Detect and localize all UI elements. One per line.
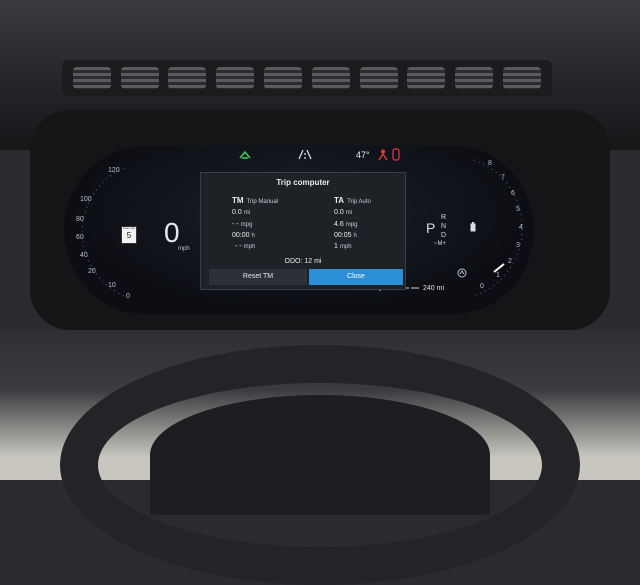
speed-tick-label: 20 xyxy=(88,268,96,275)
tm-speed: - - mph xyxy=(235,243,255,250)
odometer-value: 12 mi xyxy=(304,258,322,265)
ta-time-unit: h xyxy=(353,233,357,239)
trip-manual-header: TM Trip Manual xyxy=(232,196,278,205)
tm-consumption-value: - - xyxy=(232,221,239,228)
ta-time-value: 00:05 xyxy=(334,232,352,239)
gear-r: R xyxy=(441,214,447,221)
ta-consumption-value: 4.6 xyxy=(334,221,344,228)
close-button[interactable]: Close xyxy=(309,269,403,285)
tm-time-value: 00:00 xyxy=(232,232,250,239)
gear-p: P xyxy=(426,220,436,236)
trip-manual-name: Trip Manual xyxy=(246,199,279,205)
speed-readout: 0 xyxy=(164,217,180,248)
battery-icon xyxy=(470,222,476,232)
vent-slot xyxy=(120,67,159,89)
tm-consumption: - - mpg xyxy=(232,221,252,228)
speed-tick-label: 40 xyxy=(80,252,88,259)
speed-limit-sign: SPEED LIMIT 5 xyxy=(121,226,137,244)
range-readout: 240 mi xyxy=(423,285,445,292)
tm-time: 00:00 h xyxy=(232,232,255,239)
ta-speed-value: 1 xyxy=(334,243,338,250)
rpm-tick-label: 5 xyxy=(516,206,520,213)
rpm-tick-label: 8 xyxy=(488,160,492,167)
road-warning-icon xyxy=(298,149,312,160)
vent-slot xyxy=(264,67,303,89)
reset-tm-button[interactable]: Reset TM xyxy=(209,269,307,285)
speed-tick-label: 60 xyxy=(76,234,84,241)
gear-n: N xyxy=(441,223,447,230)
tm-speed-value: - - xyxy=(235,243,242,250)
speed-limit-sign-value: 5 xyxy=(126,231,132,240)
ta-consumption: 4.6 mpg xyxy=(334,221,357,228)
tm-speed-unit: mph xyxy=(243,244,256,250)
rpm-tick-label: 0 xyxy=(480,283,484,290)
ta-distance: 0.0 mi xyxy=(334,209,352,216)
rpm-tick-label: 7 xyxy=(501,174,505,181)
trip-auto-header: TA Trip Auto xyxy=(334,196,371,205)
rpm-tick-label: 4 xyxy=(519,224,523,231)
tm-distance-unit: mi xyxy=(243,210,251,216)
trip-computer-dialog: Trip computer TM Trip Manual TA Trip Auto … xyxy=(200,172,406,290)
vent-slot xyxy=(359,67,398,89)
ta-distance-value: 0.0 xyxy=(334,209,344,216)
speed-tick-label: 10 xyxy=(108,282,116,289)
rpm-tick-label: 6 xyxy=(511,190,515,197)
vent-slot xyxy=(407,67,446,89)
ta-distance-unit: mi xyxy=(345,210,353,216)
vent-slot xyxy=(72,67,111,89)
trip-auto-code: TA xyxy=(334,196,345,205)
odometer: ODO: 12 mi xyxy=(201,258,405,265)
trip-auto-name: Trip Auto xyxy=(347,199,371,205)
rpm-tick-label: 3 xyxy=(516,242,520,249)
air-vent-strip xyxy=(62,60,552,96)
auto-hold-icon xyxy=(239,150,251,159)
speed-unit: mph xyxy=(178,246,190,252)
speed-tick-label: 100 xyxy=(80,196,92,203)
speed-tick-label: 120 xyxy=(108,167,120,174)
trip-manual-code: TM xyxy=(232,196,244,205)
rpm-tick-label: 2 xyxy=(508,258,512,265)
odometer-label: ODO: xyxy=(284,258,303,265)
ta-time: 00:05 h xyxy=(334,232,357,239)
outside-temperature: 47° xyxy=(356,150,370,160)
ta-speed-unit: mph xyxy=(339,244,352,250)
ta-speed: 1 mph xyxy=(334,243,352,250)
vent-slot xyxy=(455,67,494,89)
tm-distance-value: 0.0 xyxy=(232,209,242,216)
seatbelt-warning-icon xyxy=(378,149,388,161)
eco-icon xyxy=(457,268,467,278)
gear-d: D xyxy=(441,232,447,239)
speed-tick-label: 0 xyxy=(126,293,130,300)
vent-slot xyxy=(311,67,350,89)
tm-distance: 0.0 mi xyxy=(232,209,250,216)
rpm-tick-label: 1 xyxy=(496,272,500,279)
ta-consumption-unit: mpg xyxy=(345,222,358,228)
steering-wheel-rim xyxy=(60,345,580,585)
vent-slot xyxy=(216,67,255,89)
speed-tick-label: 80 xyxy=(76,216,84,223)
tm-time-unit: h xyxy=(251,233,255,239)
dialog-title: Trip computer xyxy=(276,178,330,187)
gear-manual-indicator: ~M+ xyxy=(434,241,447,247)
tm-consumption-unit: mpg xyxy=(240,222,253,228)
vent-slot xyxy=(168,67,207,89)
vent-slot xyxy=(503,67,542,89)
